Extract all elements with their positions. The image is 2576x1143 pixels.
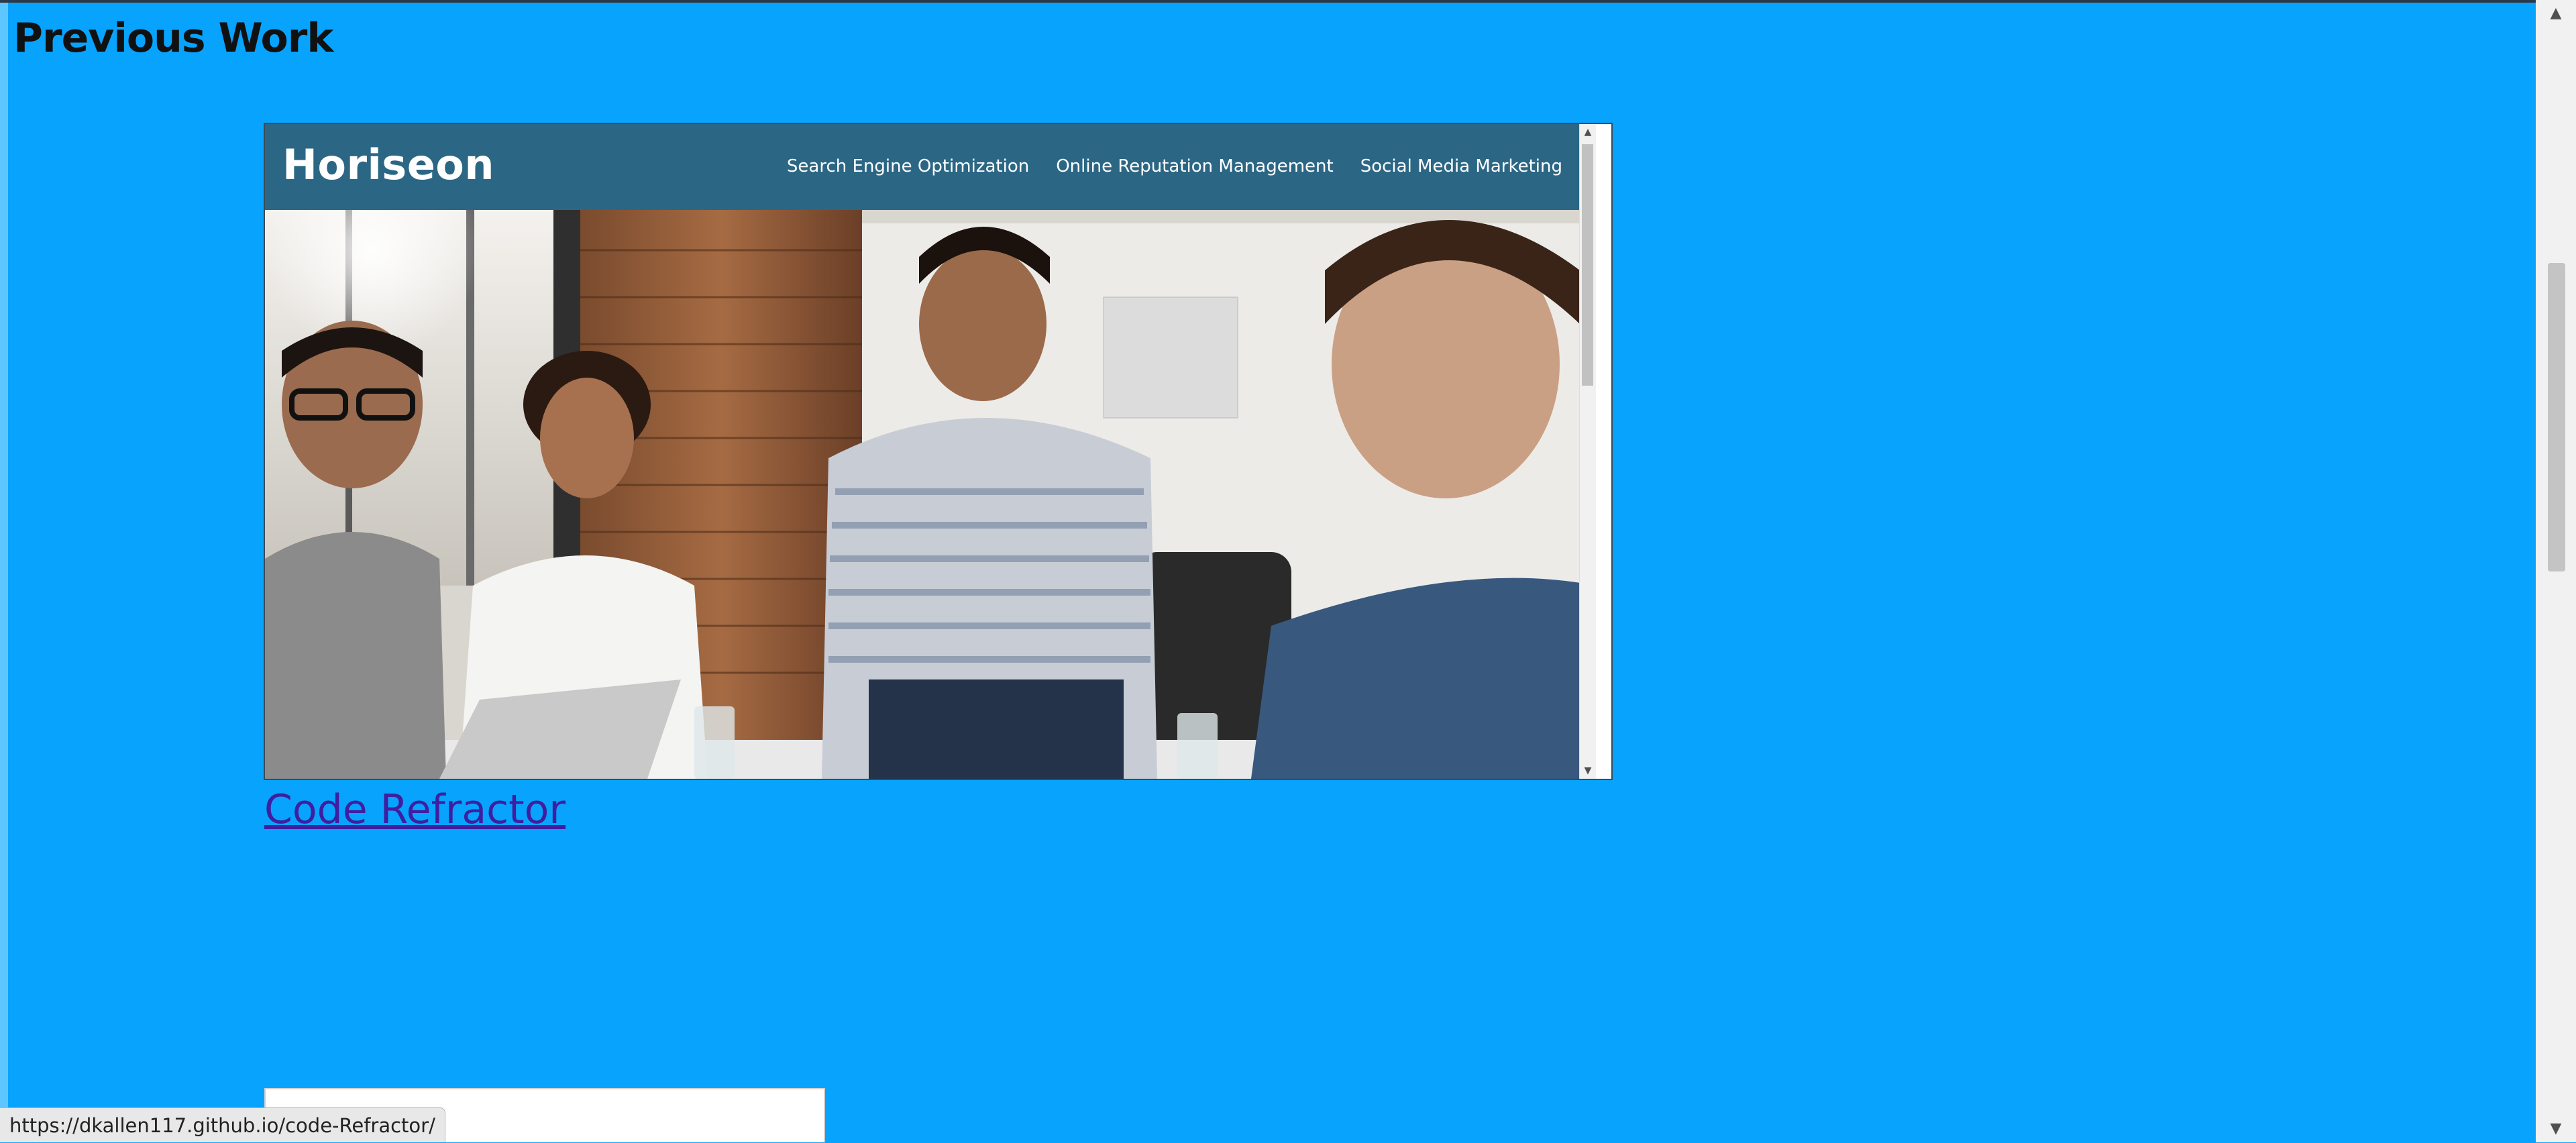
preview-hero-image xyxy=(265,210,1596,779)
triangle-up-icon[interactable]: ▲ xyxy=(2536,0,2576,27)
page-scrollbar[interactable]: ▲ ▼ xyxy=(2536,0,2576,1142)
preview-header: Horiseon Search Engine Optimization Onli… xyxy=(265,124,1596,211)
preview-nav-seo[interactable]: Search Engine Optimization xyxy=(787,156,1029,176)
page-title: Previous Work xyxy=(13,15,333,62)
project-preview-iframe[interactable]: Horiseon Search Engine Optimization Onli… xyxy=(264,123,1613,780)
preview-brand-logo[interactable]: Horiseon xyxy=(282,140,494,189)
triangle-down-icon[interactable]: ▼ xyxy=(1580,763,1596,779)
preview-scrollbar-thumb[interactable] xyxy=(1582,144,1593,386)
triangle-up-icon[interactable]: ▲ xyxy=(1580,124,1596,140)
window-top-border xyxy=(0,0,2576,3)
page-scrollbar-thumb[interactable] xyxy=(2548,263,2565,572)
status-bar-url: https://dkallen117.github.io/code-Refrac… xyxy=(0,1107,445,1142)
preview-nav: Search Engine Optimization Online Reputa… xyxy=(787,156,1562,176)
project-link-code-refractor[interactable]: Code Refractor xyxy=(264,786,566,833)
preview-scrollbar[interactable]: ▲ ▼ xyxy=(1579,124,1596,779)
preview-nav-reputation[interactable]: Online Reputation Management xyxy=(1056,156,1333,176)
preview-nav-social[interactable]: Social Media Marketing xyxy=(1360,156,1562,176)
left-edge-strip xyxy=(0,3,8,1142)
triangle-down-icon[interactable]: ▼ xyxy=(2536,1115,2576,1142)
